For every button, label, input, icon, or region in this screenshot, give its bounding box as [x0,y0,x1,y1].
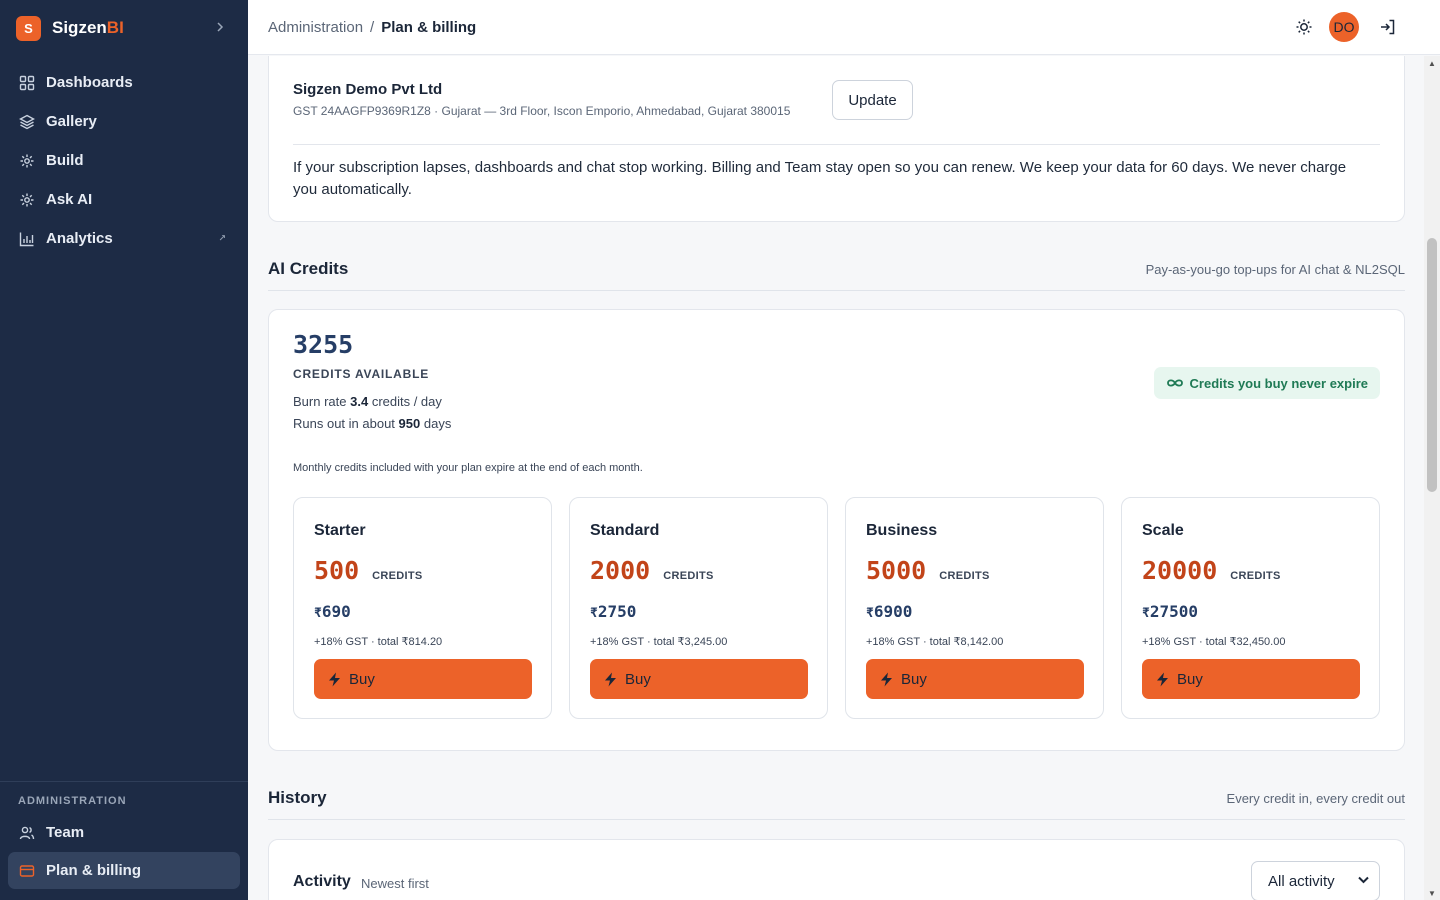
section-subtitle: Pay-as-you-go top-ups for AI chat & NL2S… [1145,262,1405,277]
buy-button[interactable]: Buy [590,659,808,699]
section-subtitle: Every credit in, every credit out [1226,791,1405,806]
sidebar-nav: Dashboards Gallery Build Ask AI Analytic… [0,63,248,258]
infinity-icon [1166,373,1184,393]
sidebar-item-analytics[interactable]: Analytics ↗ [0,219,248,258]
sidebar-item-label: Ask AI [46,191,93,208]
main-content: Sigzen Demo Pvt Ltd GST 24AAGFP9369R1Z8 … [248,56,1424,900]
sidebar-item-dashboards[interactable]: Dashboards [0,63,248,102]
layers-icon [18,113,36,131]
activity-subtitle: Newest first [361,876,429,891]
update-button[interactable]: Update [832,80,913,120]
sidebar-item-build[interactable]: Build [0,141,248,180]
pack-starter: Starter 500 CREDITS ₹690 +18% GST · total… [293,497,552,719]
ai-credits-header: AI Credits Pay-as-you-go top-ups for AI … [268,253,1405,291]
breadcrumb-parent[interactable]: Administration [268,19,363,36]
burn-rate: Burn rate 3.4 credits / day [293,394,442,409]
divider [293,144,1380,145]
admin-section-label: ADMINISTRATION [18,795,127,807]
chevron-right-icon[interactable] [214,20,226,36]
breadcrumb-separator: / [370,18,375,36]
bolt-icon [328,672,341,687]
sidebar-item-label: Analytics [46,230,113,247]
sidebar-item-team[interactable]: Team [0,813,248,852]
monthly-note: Monthly credits included with your plan … [293,462,643,474]
credit-packs: Starter 500 CREDITS ₹690 +18% GST · total… [293,497,1381,719]
sidebar: S SigzenBI Dashboards Gallery Build Ask … [0,0,248,900]
company-meta: GST 24AAGFP9369R1Z8 · Gujarat — 3rd Floo… [293,104,791,118]
sidebar-item-label: Team [46,824,85,841]
scroll-up-icon[interactable]: ▲ [1424,56,1440,70]
pack-gst: +18% GST · total ₹8,142.00 [866,636,1004,648]
avatar[interactable]: DO [1329,12,1359,42]
sidebar-item-label: Gallery [46,113,97,130]
pack-business: Business 5000 CREDITS ₹6900 +18% GST · to… [845,497,1104,719]
pack-scale: Scale 20000 CREDITS ₹27500 +18% GST · tot… [1121,497,1380,719]
pack-gst: +18% GST · total ₹814.20 [314,636,443,648]
credits-card: 3255 CREDITS AVAILABLE Burn rate 3.4 cre… [268,309,1405,751]
chevron-down-icon [1358,875,1369,887]
company-card: Sigzen Demo Pvt Ltd GST 24AAGFP9369R1Z8 … [268,56,1405,222]
pack-name: Scale [1142,522,1184,539]
sparkle-icon [18,191,36,209]
pack-price: ₹690 [314,602,351,621]
pack-amount: 500 CREDITS [314,556,423,585]
bolt-icon [604,672,617,687]
brand[interactable]: S SigzenBI [0,0,248,56]
sidebar-item-plan-billing[interactable]: Plan & billing [8,852,240,889]
activity-title: Activity [293,873,351,890]
sparkle-icon [18,152,36,170]
sidebar-item-label: Dashboards [46,74,133,91]
logout-icon[interactable] [1378,17,1398,37]
pack-price: ₹27500 [1142,602,1198,621]
admin-section: ADMINISTRATION Team Plan & billing [0,781,248,889]
company-details: Sigzen Demo Pvt Ltd GST 24AAGFP9369R1Z8 … [293,81,790,118]
pack-amount: 20000 CREDITS [1142,556,1281,585]
bolt-icon [1156,672,1169,687]
activity-card: Activity Newest first All activity [268,839,1405,900]
bolt-icon [880,672,893,687]
runs-out: Runs out in about 950 days [293,416,452,431]
pack-amount: 2000 CREDITS [590,556,714,585]
never-expire-badge: Credits you buy never expire [1153,367,1380,399]
pack-standard: Standard 2000 CREDITS ₹2750 +18% GST · to… [569,497,828,719]
credit-card-icon [18,862,36,880]
brand-logo: S [16,15,41,41]
topbar: Administration / Plan & billing DO [248,0,1440,55]
pack-price: ₹6900 [866,602,913,621]
section-title: History [268,788,327,807]
history-header: History Every credit in, every credit ou… [268,782,1405,820]
scrollbar-thumb[interactable] [1427,238,1437,492]
sidebar-item-label: Build [46,152,84,169]
buy-button[interactable]: Buy [314,659,532,699]
users-icon [18,824,36,842]
pack-gst: +18% GST · total ₹3,245.00 [590,636,728,648]
breadcrumb-current: Plan & billing [381,18,477,36]
pack-gst: +18% GST · total ₹32,450.00 [1142,636,1286,648]
topbar-actions: DO [1294,12,1398,42]
activity-filter-select[interactable]: All activity [1251,861,1380,900]
breadcrumb: Administration / Plan & billing [268,19,476,36]
credits-balance-label: CREDITS AVAILABLE [293,367,430,381]
sidebar-item-label: Plan & billing [46,862,142,879]
pack-amount: 5000 CREDITS [866,556,990,585]
external-link-icon: ↗ [218,233,226,243]
grid-icon [18,74,36,92]
section-title: AI Credits [268,259,349,278]
bar-chart-icon [18,230,36,248]
company-name: Sigzen Demo Pvt Ltd [293,81,443,98]
pack-name: Standard [590,522,660,539]
sidebar-item-gallery[interactable]: Gallery [0,102,248,141]
pack-name: Business [866,522,938,539]
pack-price: ₹2750 [590,602,637,621]
page-scrollbar[interactable]: ▲ ▼ [1424,56,1440,900]
scroll-down-icon[interactable]: ▼ [1424,886,1440,900]
buy-button[interactable]: Buy [1142,659,1360,699]
sidebar-item-ask-ai[interactable]: Ask AI [0,180,248,219]
credits-balance: 3255 [293,330,354,359]
sun-icon[interactable] [1294,17,1314,37]
brand-name: SigzenBI [52,18,124,37]
buy-button[interactable]: Buy [866,659,1084,699]
pack-name: Starter [314,522,366,539]
lapse-notice: If your subscription lapses, dashboards … [293,159,1347,198]
